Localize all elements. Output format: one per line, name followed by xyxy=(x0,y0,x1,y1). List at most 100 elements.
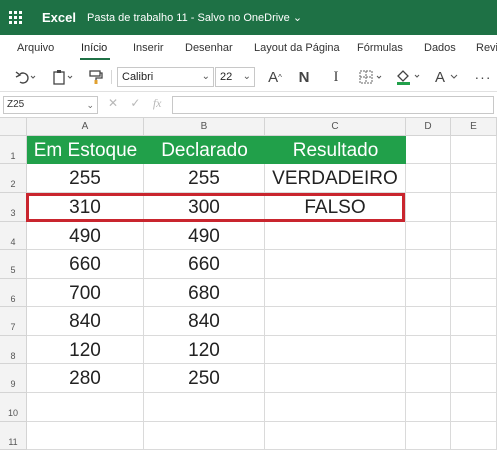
cell-b1-header[interactable]: Declarado xyxy=(144,136,265,164)
tab-dados[interactable]: Dados xyxy=(424,42,456,54)
cell-e4[interactable] xyxy=(451,222,497,250)
cell-c5[interactable] xyxy=(265,250,406,279)
cell-a4[interactable]: 490 xyxy=(27,222,144,250)
app-launcher-icon[interactable] xyxy=(9,11,23,25)
bold-button[interactable]: N xyxy=(295,68,313,86)
column-header-c[interactable]: C xyxy=(265,118,406,136)
row-header-9[interactable]: 9 xyxy=(0,364,27,393)
cell-b7[interactable]: 840 xyxy=(144,307,265,336)
cell-d3[interactable] xyxy=(406,193,451,222)
cell-b5[interactable]: 660 xyxy=(144,250,265,279)
select-all-corner[interactable] xyxy=(0,118,27,136)
column-header-a[interactable]: A xyxy=(27,118,144,136)
cell-b8[interactable]: 120 xyxy=(144,336,265,364)
document-title[interactable]: Pasta de trabalho 11 - Salvo no OneDrive… xyxy=(87,11,302,24)
cell-a2[interactable]: 255 xyxy=(27,164,144,193)
paste-icon[interactable] xyxy=(50,68,76,86)
cell-a1-header[interactable]: Em Estoque xyxy=(27,136,144,164)
cell-e10[interactable] xyxy=(451,393,497,422)
cell-c2[interactable]: VERDADEIRO xyxy=(265,164,406,193)
cell-c9[interactable] xyxy=(265,364,406,393)
cell-a5[interactable]: 660 xyxy=(27,250,144,279)
cell-c10[interactable] xyxy=(265,393,406,422)
font-name-select[interactable]: Calibri ⌄ xyxy=(117,67,214,87)
cell-b10[interactable] xyxy=(144,393,265,422)
cell-b4[interactable]: 490 xyxy=(144,222,265,250)
cell-a6[interactable]: 700 xyxy=(27,279,144,307)
cell-d8[interactable] xyxy=(406,336,451,364)
cell-e5[interactable] xyxy=(451,250,497,279)
font-color-icon[interactable]: A xyxy=(433,68,461,86)
font-size-select[interactable]: 22 ⌄ xyxy=(215,67,255,87)
app-name[interactable]: Excel xyxy=(42,10,76,25)
row-header-11[interactable]: 11 xyxy=(0,422,27,450)
row-header-10[interactable]: 10 xyxy=(0,393,27,422)
tab-formulas[interactable]: Fórmulas xyxy=(357,42,403,54)
cell-e9[interactable] xyxy=(451,364,497,393)
row-header-1[interactable]: 1 xyxy=(0,136,27,164)
cell-a8[interactable]: 120 xyxy=(27,336,144,364)
column-header-b[interactable]: B xyxy=(144,118,265,136)
cell-c7[interactable] xyxy=(265,307,406,336)
cell-c6[interactable] xyxy=(265,279,406,307)
row-header-6[interactable]: 6 xyxy=(0,279,27,307)
row-header-8[interactable]: 8 xyxy=(0,336,27,364)
row-header-7[interactable]: 7 xyxy=(0,307,27,336)
cancel-icon[interactable]: ✕ xyxy=(108,96,118,110)
cell-e1[interactable] xyxy=(451,136,497,164)
borders-icon[interactable] xyxy=(358,68,386,86)
formula-input[interactable] xyxy=(172,96,494,114)
cell-d1[interactable] xyxy=(406,136,451,164)
cell-d11[interactable] xyxy=(406,422,451,450)
more-options-icon[interactable]: ··· xyxy=(472,68,494,86)
tab-layout-da-pagina[interactable]: Layout da Página xyxy=(254,42,340,54)
insert-function-icon[interactable]: fx xyxy=(153,96,162,110)
cell-c4[interactable] xyxy=(265,222,406,250)
cell-e11[interactable] xyxy=(451,422,497,450)
undo-icon[interactable] xyxy=(12,68,38,86)
name-box[interactable]: Z25 ⌄ xyxy=(3,96,98,114)
cell-d7[interactable] xyxy=(406,307,451,336)
row-header-4[interactable]: 4 xyxy=(0,222,27,250)
cell-a10[interactable] xyxy=(27,393,144,422)
increase-font-size-icon[interactable]: A ^ xyxy=(265,68,285,86)
cell-a9[interactable]: 280 xyxy=(27,364,144,393)
cell-d6[interactable] xyxy=(406,279,451,307)
row-header-3[interactable]: 3 xyxy=(0,193,27,222)
cell-d2[interactable] xyxy=(406,164,451,193)
active-tab-indicator xyxy=(80,58,110,60)
cell-b11[interactable] xyxy=(144,422,265,450)
cell-d4[interactable] xyxy=(406,222,451,250)
enter-icon[interactable]: ✓ xyxy=(130,96,140,110)
cell-e7[interactable] xyxy=(451,307,497,336)
cell-c8[interactable] xyxy=(265,336,406,364)
row-header-2[interactable]: 2 xyxy=(0,164,27,193)
row-header-5[interactable]: 5 xyxy=(0,250,27,279)
cell-a7[interactable]: 840 xyxy=(27,307,144,336)
tab-revisao[interactable]: Revi xyxy=(476,42,497,54)
italic-button[interactable]: I xyxy=(327,68,345,86)
cell-c11[interactable] xyxy=(265,422,406,450)
chevron-down-icon: ⌄ xyxy=(242,71,251,82)
tab-inicio[interactable]: Início xyxy=(81,42,107,54)
cell-b9[interactable]: 250 xyxy=(144,364,265,393)
tab-arquivo[interactable]: Arquivo xyxy=(17,42,54,54)
cell-b6[interactable]: 680 xyxy=(144,279,265,307)
cell-a11[interactable] xyxy=(27,422,144,450)
cell-e8[interactable] xyxy=(451,336,497,364)
fill-color-icon[interactable] xyxy=(394,68,424,86)
cell-c1-header[interactable]: Resultado xyxy=(265,136,406,164)
cell-e2[interactable] xyxy=(451,164,497,193)
ribbon-toolbar: Calibri ⌄ 22 ⌄ A ^ N I A ··· xyxy=(0,62,497,92)
cell-d10[interactable] xyxy=(406,393,451,422)
format-painter-icon[interactable] xyxy=(86,68,106,86)
cell-d5[interactable] xyxy=(406,250,451,279)
cell-e3[interactable] xyxy=(451,193,497,222)
column-header-d[interactable]: D xyxy=(406,118,451,136)
tab-desenhar[interactable]: Desenhar xyxy=(185,42,233,54)
tab-inserir[interactable]: Inserir xyxy=(133,42,164,54)
cell-e6[interactable] xyxy=(451,279,497,307)
cell-b2[interactable]: 255 xyxy=(144,164,265,193)
cell-d9[interactable] xyxy=(406,364,451,393)
column-header-e[interactable]: E xyxy=(451,118,497,136)
